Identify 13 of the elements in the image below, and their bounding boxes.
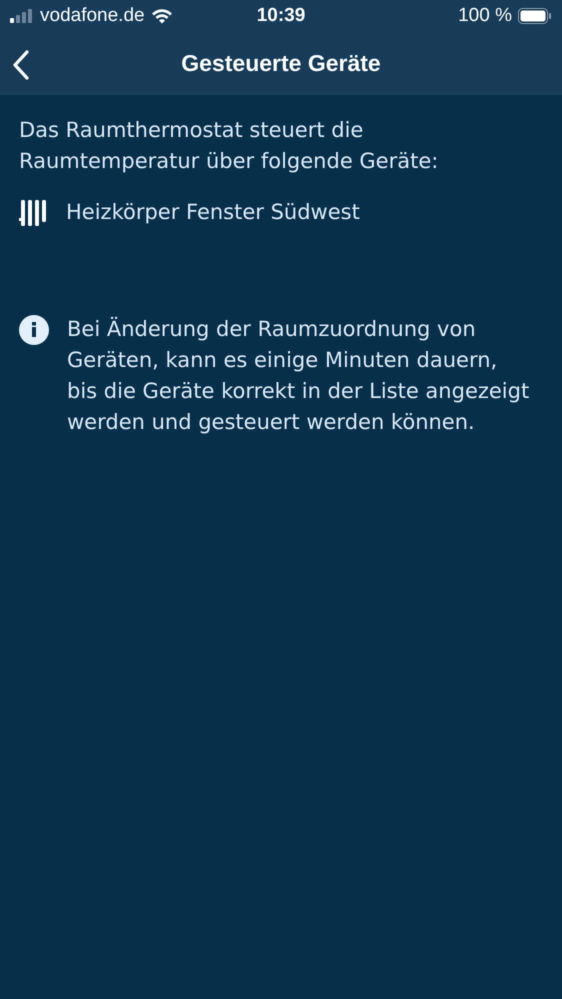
screen-title: Gesteuerte Geräte — [181, 50, 381, 77]
info-icon — [19, 315, 49, 345]
battery-percent: 100 % — [458, 5, 512, 27]
wifi-icon — [150, 8, 173, 24]
status-time: 10:39 — [256, 5, 306, 27]
info-text: Bei Änderung der Raumzuordnung von Geräten, kann es einige Minuten dauern, bis die Geräte korrekt in der Liste angezeigt werden und gesteuert werden können. — [67, 316, 530, 436]
radiator-icon — [19, 198, 48, 228]
device-name: Heizkörper Fenster Südwest — [66, 199, 360, 226]
battery-icon — [518, 8, 552, 24]
back-chevron-icon — [12, 50, 30, 80]
intro-text: Das Raumthermostat steuert die Raumtemperatur über folgende Geräte: — [19, 117, 439, 175]
carrier-name: vodafone.de — [40, 5, 145, 27]
signal-icon — [10, 9, 34, 23]
